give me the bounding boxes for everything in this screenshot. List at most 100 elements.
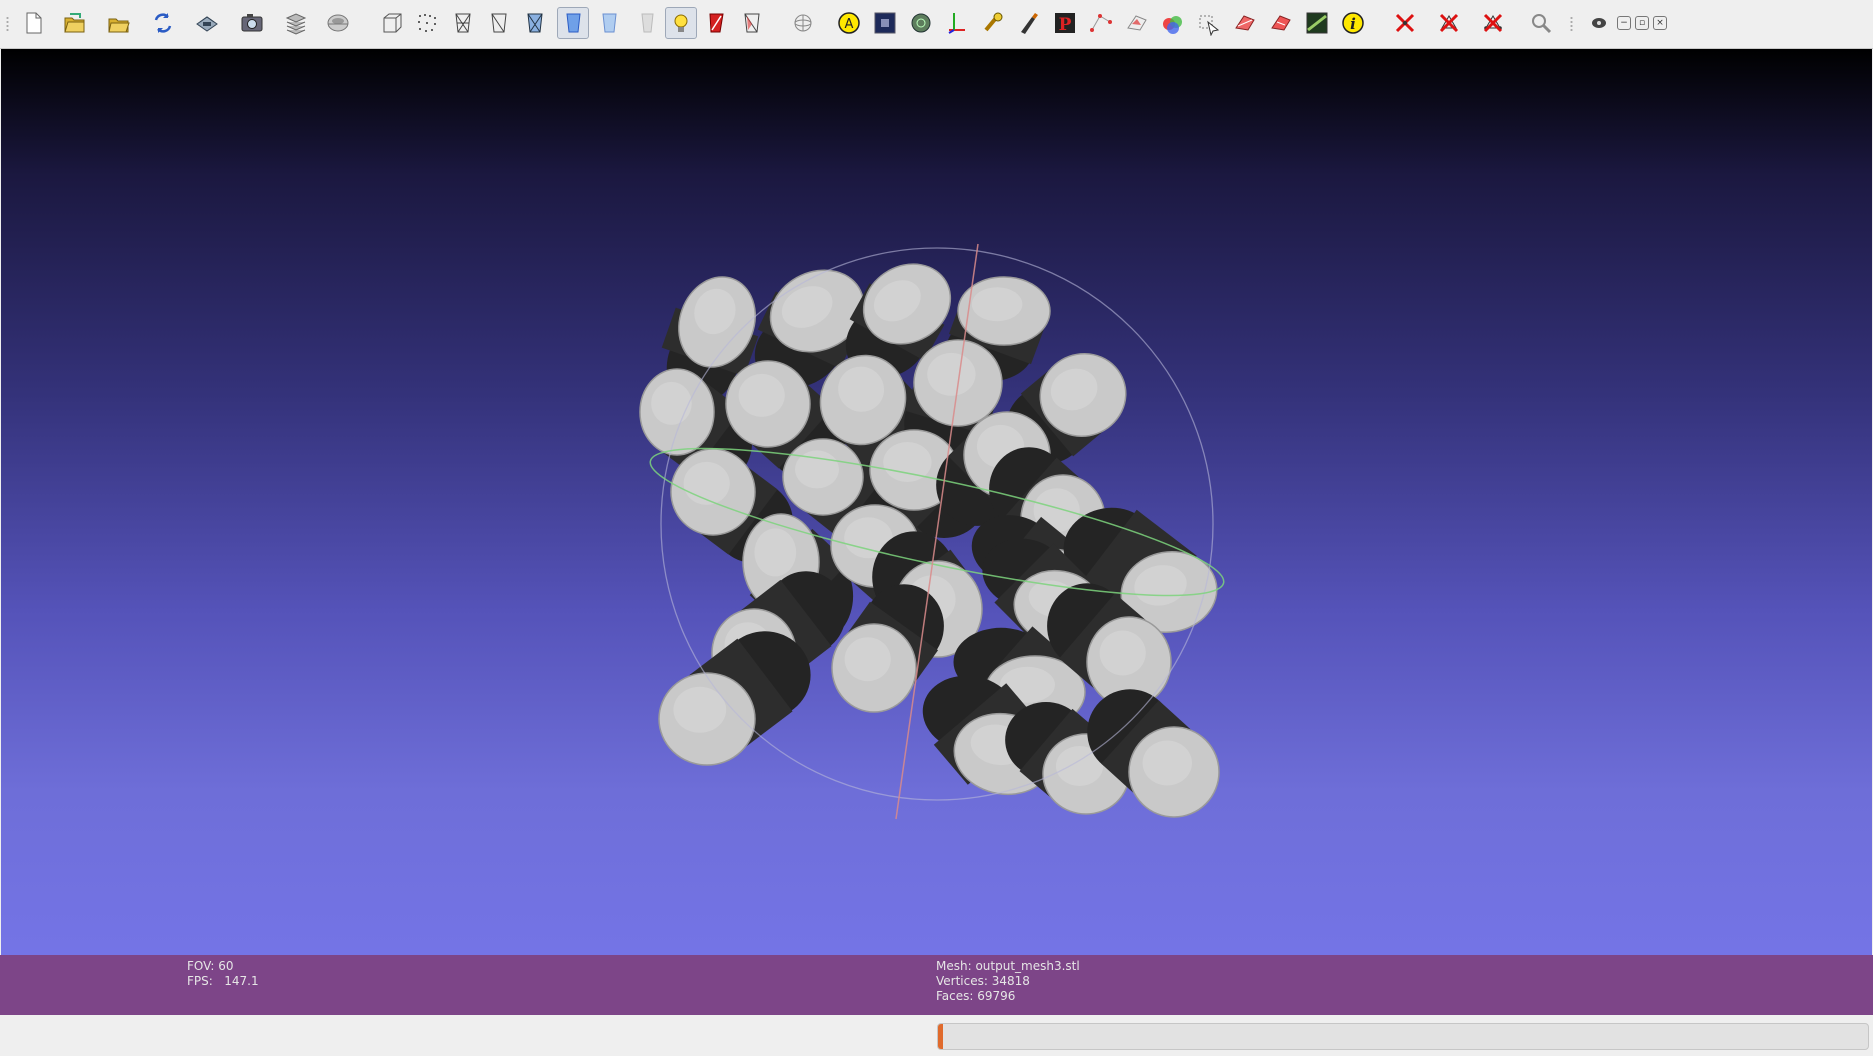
- back-face-icon: [709, 13, 724, 33]
- mesh-scene: [639, 243, 1225, 820]
- faces-label: Faces: 69796: [936, 989, 1016, 1003]
- info-bar: FOV: 60 FPS: 147.1 Mesh: output_mesh3.st…: [0, 955, 1873, 1015]
- select-vertices-button[interactable]: [1085, 7, 1117, 39]
- import-mesh-icon: [108, 18, 130, 33]
- pick-points-icon: P: [1055, 13, 1075, 35]
- svg-text:A: A: [845, 17, 854, 32]
- hidden-lines-button[interactable]: [483, 7, 515, 39]
- info-icon: i: [1342, 12, 1364, 34]
- import-mesh-button[interactable]: [103, 7, 135, 39]
- select-connected-icon: [1199, 15, 1220, 36]
- delete-faces-icon: [1439, 13, 1459, 33]
- selected-faces-icon: [744, 13, 760, 33]
- svg-text:P: P: [1059, 15, 1072, 35]
- select-faces-icon: [1127, 15, 1147, 31]
- annotation-icon: A: [838, 12, 860, 34]
- main-toolbar: A Pi − ▫ ×: [0, 0, 1873, 49]
- select-connected-button[interactable]: [1193, 7, 1225, 39]
- new-project-button[interactable]: [17, 7, 49, 39]
- pick-points-button[interactable]: P: [1049, 7, 1081, 39]
- info-button[interactable]: i: [1337, 7, 1369, 39]
- texture-button[interactable]: [631, 7, 663, 39]
- axes-button[interactable]: [941, 7, 973, 39]
- measure-button[interactable]: [1301, 7, 1333, 39]
- camera-icon: [874, 12, 896, 34]
- manipulator-icon: [984, 12, 1003, 32]
- layers-icon: [285, 13, 307, 35]
- hidden-lines-icon: [491, 13, 507, 33]
- progress-fill: [938, 1024, 943, 1049]
- flat-button[interactable]: [557, 7, 589, 39]
- vertices-label: Vertices: 34818: [936, 974, 1030, 988]
- back-face-button[interactable]: [700, 7, 732, 39]
- paint-icon: [1021, 13, 1038, 34]
- toolbar-grip[interactable]: [6, 16, 9, 32]
- raster-layers-button[interactable]: [322, 7, 354, 39]
- points-icon: [418, 14, 436, 32]
- flat-lines-icon: [527, 13, 543, 33]
- flat-icon: [566, 13, 581, 33]
- close-button[interactable]: ×: [1653, 16, 1667, 30]
- select-region-alt-button[interactable]: [1265, 7, 1297, 39]
- axes-icon: [948, 13, 965, 34]
- paint-button[interactable]: [1013, 7, 1045, 39]
- select-faces-button[interactable]: [1121, 7, 1153, 39]
- delete-faces-vertices-button[interactable]: [1477, 7, 1509, 39]
- bounding-box-button[interactable]: [376, 7, 408, 39]
- mesh-cylinder: [658, 631, 811, 766]
- manipulator-button[interactable]: [977, 7, 1009, 39]
- smooth-button[interactable]: [593, 7, 625, 39]
- snapshot-button[interactable]: [236, 7, 268, 39]
- zoom-button[interactable]: [1525, 7, 1557, 39]
- normals-icon: [911, 13, 931, 33]
- select-region-button[interactable]: [1229, 7, 1261, 39]
- reload-icon: [154, 13, 172, 33]
- color-icon: [1163, 16, 1182, 34]
- select-vertices-icon: [1090, 14, 1112, 32]
- points-button[interactable]: [411, 7, 443, 39]
- layers-button[interactable]: [280, 7, 312, 39]
- trackball-icon: [794, 14, 812, 32]
- delete-faces-button[interactable]: [1433, 7, 1465, 39]
- eye-icon: [1592, 18, 1606, 28]
- progress-bar: [937, 1023, 1869, 1050]
- render-info: FOV: 60 FPS: 147.1: [187, 959, 259, 989]
- delete-vertices-icon: [1395, 13, 1415, 33]
- eye-button[interactable]: [1583, 7, 1615, 39]
- fps-label: FPS: 147.1: [187, 974, 259, 988]
- color-button[interactable]: [1157, 7, 1189, 39]
- texture-icon: [641, 13, 654, 33]
- new-project-icon: [26, 12, 42, 34]
- delete-vertices-button[interactable]: [1389, 7, 1421, 39]
- lighting-button[interactable]: [665, 7, 697, 39]
- snapshot-icon: [241, 14, 263, 32]
- mesh-name-label: Mesh: output_mesh3.stl: [936, 959, 1080, 973]
- export-mesh-button[interactable]: [191, 7, 223, 39]
- open-project-icon: [64, 13, 85, 33]
- wireframe-icon: [455, 13, 471, 33]
- restore-button[interactable]: ▫: [1635, 16, 1649, 30]
- selected-faces-button[interactable]: [736, 7, 768, 39]
- export-mesh-icon: [196, 16, 218, 32]
- minimize-button[interactable]: −: [1617, 16, 1631, 30]
- reload-button[interactable]: [147, 7, 179, 39]
- svg-text:i: i: [1350, 15, 1356, 33]
- normals-button[interactable]: [905, 7, 937, 39]
- open-project-button[interactable]: [59, 7, 91, 39]
- raster-layers-icon: [327, 14, 349, 32]
- camera-button[interactable]: [869, 7, 901, 39]
- flat-lines-button[interactable]: [519, 7, 551, 39]
- bounding-box-icon: [383, 13, 402, 33]
- lighting-icon: [674, 14, 688, 32]
- delete-faces-vertices-icon: [1483, 13, 1503, 33]
- smooth-icon: [602, 13, 617, 33]
- toolbar-grip[interactable]: [1570, 16, 1573, 32]
- zoom-icon: [1532, 14, 1552, 34]
- 3d-viewport[interactable]: [1, 49, 1872, 955]
- annotation-button[interactable]: A: [833, 7, 865, 39]
- mesh-info: Mesh: output_mesh3.stl Vertices: 34818 F…: [936, 959, 1080, 1004]
- select-region-icon: [1235, 15, 1255, 31]
- trackball-button[interactable]: [787, 7, 819, 39]
- wireframe-button[interactable]: [447, 7, 479, 39]
- fov-label: FOV: 60: [187, 959, 234, 973]
